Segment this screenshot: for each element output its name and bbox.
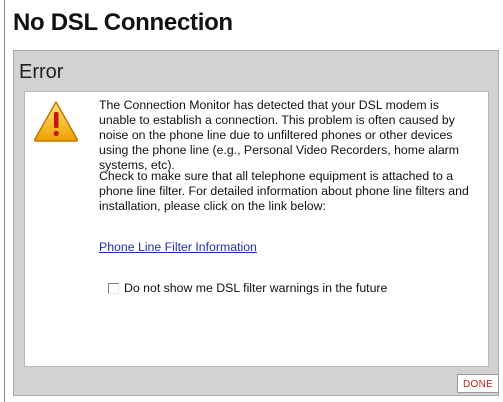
message-box: The Connection Monitor has detected that…: [24, 91, 489, 367]
window-frame: No DSL Connection Error The Connection M…: [4, 0, 503, 402]
message-paragraph-2: Check to make sure that all telephone eq…: [99, 169, 469, 213]
dont-show-warnings-label: Do not show me DSL filter warnings in th…: [124, 281, 388, 295]
error-panel: Error The Connection Monitor has detecte…: [13, 50, 500, 396]
warning-triangle-icon: [33, 101, 79, 142]
panel-heading: Error: [19, 61, 64, 83]
dont-show-warnings-checkbox[interactable]: [108, 282, 119, 294]
dont-show-warnings-option[interactable]: Do not show me DSL filter warnings in th…: [108, 281, 387, 295]
page-title: No DSL Connection: [13, 9, 233, 36]
done-button[interactable]: DONE: [457, 374, 500, 393]
message-paragraph-1: The Connection Monitor has detected that…: [99, 98, 460, 172]
phone-line-filter-link[interactable]: Phone Line Filter Information: [99, 240, 257, 254]
